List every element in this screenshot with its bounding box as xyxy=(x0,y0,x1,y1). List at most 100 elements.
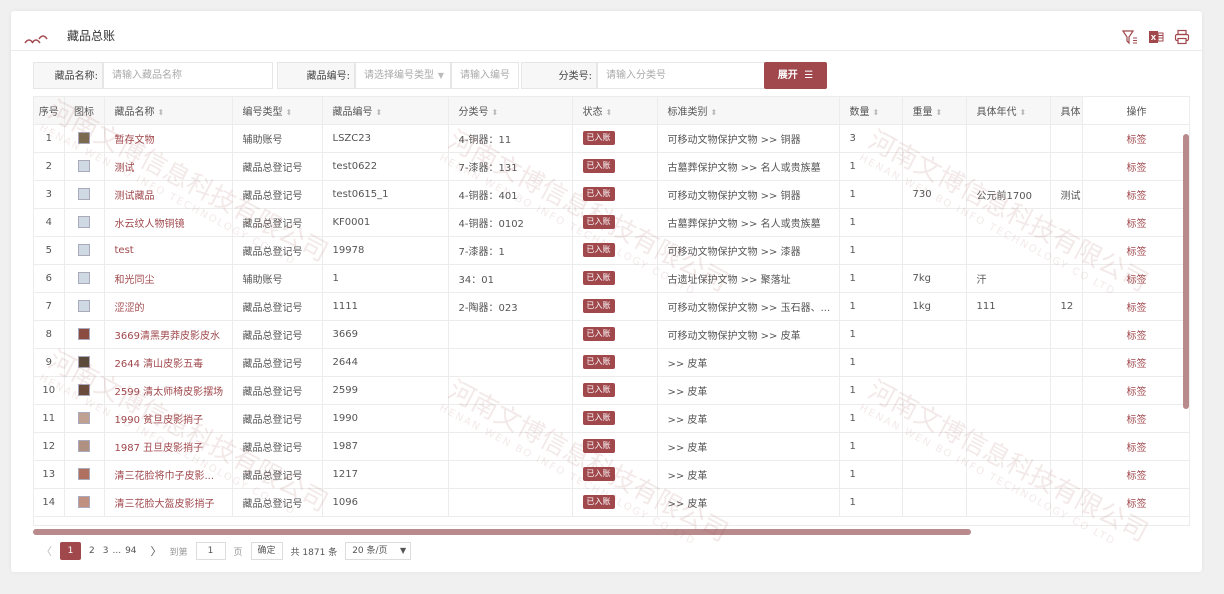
image-thumbnail-icon[interactable] xyxy=(78,132,90,144)
collection-name-link[interactable]: 2599 清太师椅皮影摆场 xyxy=(104,376,233,405)
class-filter-input[interactable]: 请输入分类号 xyxy=(597,62,765,89)
excel-export-icon[interactable]: X xyxy=(1147,28,1165,46)
page-3[interactable]: 3 xyxy=(103,546,109,556)
table-row[interactable]: 8 3669清黑男莽皮影皮水 藏品总登记号 3669 已入账 可移动文物保护文物 >> 皮… xyxy=(34,320,1189,349)
sort-icon[interactable]: ⬍ xyxy=(376,108,383,117)
table-row[interactable]: 12 1987 丑旦皮影捎子 藏品总登记号 1987 已入账 >> 皮革 1 标签 xyxy=(34,432,1189,461)
sort-icon[interactable]: ⬍ xyxy=(286,108,293,117)
collection-name-link[interactable]: 和光同尘 xyxy=(104,264,233,293)
label-action-link[interactable]: 标签 xyxy=(1082,124,1189,153)
collection-name-link[interactable]: 清三花脸将巾子皮影... xyxy=(104,460,233,489)
label-action-link[interactable]: 标签 xyxy=(1082,236,1189,265)
image-thumbnail-icon[interactable] xyxy=(78,216,90,228)
sort-icon[interactable]: ⬍ xyxy=(158,108,165,117)
status-cell: 已入账 xyxy=(572,292,658,321)
filter-icon[interactable] xyxy=(1121,28,1139,46)
category-cell: >> 皮革 xyxy=(657,460,840,489)
table-row[interactable]: 9 2644 清山皮影五毒 藏品总登记号 2644 已入账 >> 皮革 1 标签 xyxy=(34,348,1189,377)
page-size-select[interactable]: 20 条/页 ▼ xyxy=(345,542,412,560)
page-ellipsis[interactable]: ... xyxy=(112,546,121,556)
table-row[interactable]: 1 暂存文物 辅助账号 LSZC23 4-铜器：11 已入账 可移动文物保护文物 >> 铜器… xyxy=(34,124,1189,153)
page-2[interactable]: 2 xyxy=(89,546,95,556)
label-action-link[interactable]: 标签 xyxy=(1082,376,1189,405)
label-action-link[interactable]: 标签 xyxy=(1082,180,1189,209)
goto-page-input[interactable]: 1 xyxy=(195,542,226,560)
label-action-link[interactable]: 标签 xyxy=(1082,208,1189,237)
image-thumbnail-icon[interactable] xyxy=(78,440,90,452)
collection-name-link[interactable]: 2644 清山皮影五毒 xyxy=(104,348,233,377)
collection-name-link[interactable]: 3669清黑男莽皮影皮水 xyxy=(104,320,233,349)
name-filter-input[interactable]: 请输入藏品名称 xyxy=(103,62,273,89)
image-thumbnail-icon[interactable] xyxy=(78,272,90,284)
sort-icon[interactable]: ⬍ xyxy=(606,108,613,117)
label-action-link[interactable]: 标签 xyxy=(1082,348,1189,377)
expand-button[interactable]: 展开 ☰ xyxy=(764,62,827,89)
prev-page-icon[interactable]: 〈 xyxy=(41,543,52,559)
table-row[interactable]: 10 2599 清太师椅皮影摆场 藏品总登记号 2599 已入账 >> 皮革 1 标签 xyxy=(34,376,1189,405)
table-row[interactable]: 6 和光同尘 辅助账号 1 34：01 已入账 古遗址保护文物 >> 聚落址 1 7kg 汗标签 xyxy=(34,264,1189,293)
image-thumbnail-icon[interactable] xyxy=(78,412,90,424)
collection-name-link[interactable]: 测试 xyxy=(104,152,233,181)
column-header[interactable]: 藏品名称 ⬍ xyxy=(104,97,233,125)
code-type-select[interactable]: 请选择编号类型 ▼ xyxy=(355,62,451,89)
table-row[interactable]: 4 水云纹人物铜镜 藏品总登记号 KF0001 4-铜器：0102 已入账 古墓葬保护文物 … xyxy=(34,208,1189,237)
table-row[interactable]: 2 测试 藏品总登记号 test0622 7-漆器：131 已入账 古墓葬保护文物 >> 名… xyxy=(34,152,1189,181)
image-thumbnail-icon[interactable] xyxy=(78,328,90,340)
image-thumbnail-icon[interactable] xyxy=(78,496,90,508)
page-1[interactable]: 1 xyxy=(60,542,81,560)
sort-icon[interactable]: ⬍ xyxy=(1020,108,1027,117)
vertical-scrollbar[interactable] xyxy=(1183,134,1189,409)
label-action-link[interactable]: 标签 xyxy=(1082,488,1189,517)
label-action-link[interactable]: 标签 xyxy=(1082,264,1189,293)
sort-icon[interactable]: ⬍ xyxy=(873,108,880,117)
label-action-link[interactable]: 标签 xyxy=(1082,404,1189,433)
column-header[interactable]: 标准类别 ⬍ xyxy=(657,97,840,125)
collection-name-link[interactable]: 1987 丑旦皮影捎子 xyxy=(104,432,233,461)
collection-name-link[interactable]: 水云纹人物铜镜 xyxy=(104,208,233,237)
label-action-link[interactable]: 标签 xyxy=(1082,460,1189,489)
table-row[interactable]: 3 测试藏品 藏品总登记号 test0615_1 4-铜器：401 已入账 可移动文物保护文… xyxy=(34,180,1189,209)
label-action-link[interactable]: 标签 xyxy=(1082,152,1189,181)
label-action-link[interactable]: 标签 xyxy=(1082,320,1189,349)
table-row[interactable]: 14 清三花脸大盔皮影捎子 藏品总登记号 1096 已入账 >> 皮革 1 标签 xyxy=(34,488,1189,517)
horizontal-scrollbar[interactable] xyxy=(33,529,971,535)
status-cell: 已入账 xyxy=(572,460,658,489)
image-thumbnail-icon[interactable] xyxy=(78,356,90,368)
column-header[interactable]: 藏品编号 ⬍ xyxy=(322,97,449,125)
table-row[interactable]: 11 1990 贫旦皮影捎子 藏品总登记号 1990 已入账 >> 皮革 1 标签 xyxy=(34,404,1189,433)
code-type-cell: 藏品总登记号 xyxy=(232,348,323,377)
image-thumbnail-icon[interactable] xyxy=(78,468,90,480)
table-row[interactable]: 13 清三花脸将巾子皮影... 藏品总登记号 1217 已入账 >> 皮革 1 标签 xyxy=(34,460,1189,489)
column-header[interactable]: 编号类型 ⬍ xyxy=(232,97,323,125)
table-row[interactable]: 7 涩涩的 藏品总登记号 1111 2-陶器：023 已入账 可移动文物保护文物 >> 玉石… xyxy=(34,292,1189,321)
image-thumbnail-icon[interactable] xyxy=(78,160,90,172)
image-thumbnail-icon[interactable] xyxy=(78,188,90,200)
table-row[interactable]: 5 test 藏品总登记号 19978 7-漆器：1 已入账 可移动文物保护文物 >> 漆器… xyxy=(34,236,1189,265)
column-header[interactable]: 重量 ⬍ xyxy=(902,97,967,125)
page-94[interactable]: 94 xyxy=(125,546,136,556)
collection-name-link[interactable]: 1990 贫旦皮影捎子 xyxy=(104,404,233,433)
collection-code-cell: test0615_1 xyxy=(322,180,449,209)
collection-name-link[interactable]: 暂存文物 xyxy=(104,124,233,153)
column-header[interactable]: 状态 ⬍ xyxy=(572,97,658,125)
image-thumbnail-icon[interactable] xyxy=(78,300,90,312)
image-thumbnail-icon[interactable] xyxy=(78,244,90,256)
code-filter-input[interactable]: 请输入编号 xyxy=(451,62,519,89)
label-action-link[interactable]: 标签 xyxy=(1082,432,1189,461)
collection-name-link[interactable]: 测试藏品 xyxy=(104,180,233,209)
column-header[interactable]: 具体年代 ⬍ xyxy=(966,97,1051,125)
label-action-link[interactable]: 标签 xyxy=(1082,292,1189,321)
column-header[interactable]: 分类号 ⬍ xyxy=(448,97,573,125)
collection-name-link[interactable]: 清三花脸大盔皮影捎子 xyxy=(104,488,233,517)
image-thumbnail-icon[interactable] xyxy=(78,384,90,396)
class-number-cell: 4-铜器：401 xyxy=(448,180,573,209)
collection-name-link[interactable]: test xyxy=(104,236,233,265)
confirm-button[interactable]: 确定 xyxy=(250,542,283,560)
print-icon[interactable] xyxy=(1173,28,1191,46)
sort-icon[interactable]: ⬍ xyxy=(492,108,499,117)
sort-icon[interactable]: ⬍ xyxy=(711,108,718,117)
next-page-icon[interactable]: 〉 xyxy=(151,543,162,559)
column-header[interactable]: 数量 ⬍ xyxy=(839,97,903,125)
sort-icon[interactable]: ⬍ xyxy=(936,108,943,117)
collection-name-link[interactable]: 涩涩的 xyxy=(104,292,233,321)
